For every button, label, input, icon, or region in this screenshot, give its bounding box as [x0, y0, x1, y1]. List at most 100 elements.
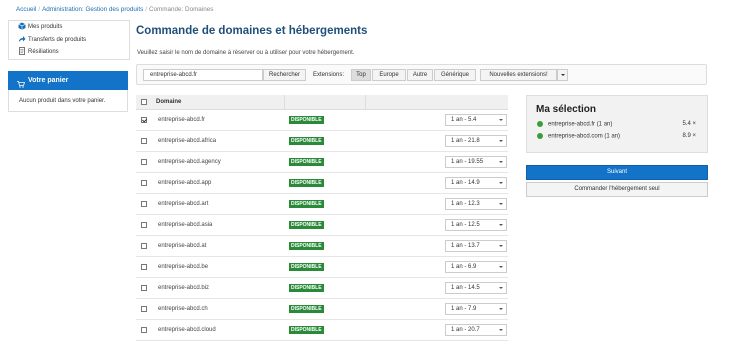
select-all-checkbox[interactable]: [141, 99, 147, 105]
next-button[interactable]: Suivant: [526, 165, 708, 180]
domain-name: entreprise-abcd.cloud: [158, 327, 216, 333]
column-divider: [365, 95, 366, 109]
tab-europe[interactable]: Europe: [372, 69, 406, 81]
new-extensions-button[interactable]: Nouvelles extensions!: [480, 69, 557, 81]
table-row: entreprise-abcd.asia DISPONIBLE 1 an - 12.…: [136, 215, 508, 236]
extensions-label: Extensions:: [313, 72, 345, 78]
domain-search-input[interactable]: entreprise-abcd.fr: [143, 69, 263, 81]
status-dot-icon: [537, 121, 543, 127]
status-badge: DISPONIBLE: [289, 116, 324, 124]
status-badge: DISPONIBLE: [289, 284, 324, 292]
cart-icon: [17, 77, 26, 88]
status-dot-icon: [537, 133, 543, 139]
order-hosting-only-button[interactable]: Commander l'hébergement seul: [526, 182, 708, 197]
selection-panel: Ma sélection entreprise-abcd.fr (1 an) 5…: [526, 95, 708, 153]
breadcrumb-home-link[interactable]: Accueil: [16, 6, 36, 13]
duration-price-select[interactable]: 1 an - 19.55: [445, 156, 507, 168]
column-divider: [284, 95, 285, 109]
breadcrumb-admin-link[interactable]: Administration: Gestion des produits: [42, 6, 143, 13]
tab-generic[interactable]: Générique: [434, 69, 476, 81]
sidebar-item-products[interactable]: Mes produits: [9, 21, 129, 34]
selection-item-remove[interactable]: 5.4 ×: [682, 121, 696, 127]
table-row: entreprise-abcd.agency DISPONIBLE 1 an - 1…: [136, 152, 508, 173]
selection-item-label: entreprise-abcd.com (1 an): [548, 133, 621, 140]
domain-name: entreprise-abcd.at: [158, 243, 207, 249]
domain-search-bar: entreprise-abcd.fr Rechercher Extensions…: [136, 64, 707, 85]
domain-checkbox[interactable]: [141, 327, 147, 333]
tab-other[interactable]: Autre: [407, 69, 433, 81]
table-row: entreprise-abcd.app DISPONIBLE 1 an - 14.9: [136, 173, 508, 194]
page-intro: Veuillez saisir le nom de domaine à rése…: [137, 50, 355, 56]
duration-price-select[interactable]: 1 an - 12.5: [445, 219, 507, 231]
domain-name: entreprise-abcd.ch: [158, 306, 208, 312]
status-badge: DISPONIBLE: [289, 221, 324, 229]
breadcrumb-current: Commande: Domaines: [148, 6, 214, 13]
breadcrumb: Accueil / Administration: Gestion des prod…: [16, 6, 214, 13]
sidebar-item-cancellations[interactable]: Résiliations: [9, 46, 129, 59]
domain-checkbox[interactable]: [141, 243, 147, 249]
domain-name: entreprise-abcd.asia: [158, 222, 213, 228]
status-badge: DISPONIBLE: [289, 305, 324, 313]
duration-price-select[interactable]: 1 an - 14.9: [445, 177, 507, 189]
domain-checkbox[interactable]: [141, 264, 147, 270]
sidebar-item-label: Transferts de produits: [28, 36, 87, 43]
status-badge: DISPONIBLE: [289, 158, 324, 166]
domain-name: entreprise-abcd.art: [158, 201, 209, 207]
status-badge: DISPONIBLE: [289, 179, 324, 187]
cube-icon: [18, 22, 26, 31]
table-row: entreprise-abcd.africa DISPONIBLE 1 an - 2…: [136, 131, 508, 152]
status-badge: DISPONIBLE: [289, 200, 324, 208]
table-row: entreprise-abcd.at DISPONIBLE 1 an - 13.7: [136, 236, 508, 257]
cart-header: Votre panier: [8, 71, 128, 90]
domain-name: entreprise-abcd.africa: [158, 138, 217, 144]
duration-price-select[interactable]: 1 an - 5.4: [445, 114, 507, 126]
table-row: entreprise-abcd.be DISPONIBLE 1 an - 6.9: [136, 257, 508, 278]
table-row: entreprise-abcd.art DISPONIBLE 1 an - 12.3: [136, 194, 508, 215]
domain-name: entreprise-abcd.agency: [158, 159, 221, 165]
duration-price-select[interactable]: 1 an - 7.9: [445, 303, 507, 315]
status-badge: DISPONIBLE: [289, 326, 324, 334]
duration-price-select[interactable]: 1 an - 21.8: [445, 135, 507, 147]
duration-price-select[interactable]: 1 an - 6.9: [445, 261, 507, 273]
domain-name: entreprise-abcd.biz: [158, 285, 210, 291]
selection-item-label: entreprise-abcd.fr (1 an): [548, 121, 613, 128]
duration-price-select[interactable]: 1 an - 12.3: [445, 198, 507, 210]
sidebar-item-label: Mes produits: [28, 24, 63, 30]
domain-checkbox[interactable]: [141, 138, 147, 144]
tab-top[interactable]: Top: [351, 69, 371, 81]
selection-item: entreprise-abcd.fr (1 an): [537, 121, 612, 128]
table-row: entreprise-abcd.fr DISPONIBLE 1 an - 5.4: [136, 110, 508, 131]
domain-checkbox[interactable]: [141, 117, 147, 123]
sidebar-menu: Mes produits Transferts de produits Rési…: [8, 20, 130, 60]
table-row: entreprise-abcd.cloud DISPONIBLE 1 an - 20…: [136, 320, 508, 341]
chevron-down-icon[interactable]: [557, 69, 568, 81]
cart-empty-message: Aucun produit dans votre panier.: [8, 90, 128, 112]
sidebar-item-transfers[interactable]: Transferts de produits: [9, 34, 129, 47]
domain-name: entreprise-abcd.fr: [158, 117, 206, 123]
domain-name: entreprise-abcd.app: [158, 180, 212, 186]
domain-name: entreprise-abcd.be: [158, 264, 209, 270]
domain-checkbox[interactable]: [141, 201, 147, 207]
domain-checkbox[interactable]: [141, 222, 147, 228]
domain-checkbox[interactable]: [141, 285, 147, 291]
domain-checkbox[interactable]: [141, 180, 147, 186]
status-badge: DISPONIBLE: [289, 263, 324, 271]
domain-column-header: Domaine: [156, 99, 182, 105]
table-row: entreprise-abcd.ch DISPONIBLE 1 an - 7.9: [136, 299, 508, 320]
domain-checkbox[interactable]: [141, 159, 147, 165]
sidebar-item-label: Résiliations: [28, 49, 59, 55]
search-button[interactable]: Rechercher: [263, 69, 306, 81]
duration-price-select[interactable]: 1 an - 14.5: [445, 282, 507, 294]
transfer-arrow-icon: [18, 35, 26, 43]
status-badge: DISPONIBLE: [289, 242, 324, 250]
table-row: entreprise-abcd.biz DISPONIBLE 1 an - 14.5: [136, 278, 508, 299]
selection-item-remove[interactable]: 8.9 ×: [682, 133, 696, 139]
selection-item: entreprise-abcd.com (1 an): [537, 133, 620, 140]
cart-title: Votre panier: [28, 77, 69, 84]
duration-price-select[interactable]: 1 an - 13.7: [445, 240, 507, 252]
domain-table: Domaine entreprise-abcd.fr DISPONIBLE 1 an…: [136, 95, 508, 341]
status-badge: DISPONIBLE: [289, 137, 324, 145]
duration-price-select[interactable]: 1 an - 20.7: [445, 324, 507, 336]
domain-checkbox[interactable]: [141, 306, 147, 312]
selection-title: Ma sélection: [536, 104, 597, 115]
